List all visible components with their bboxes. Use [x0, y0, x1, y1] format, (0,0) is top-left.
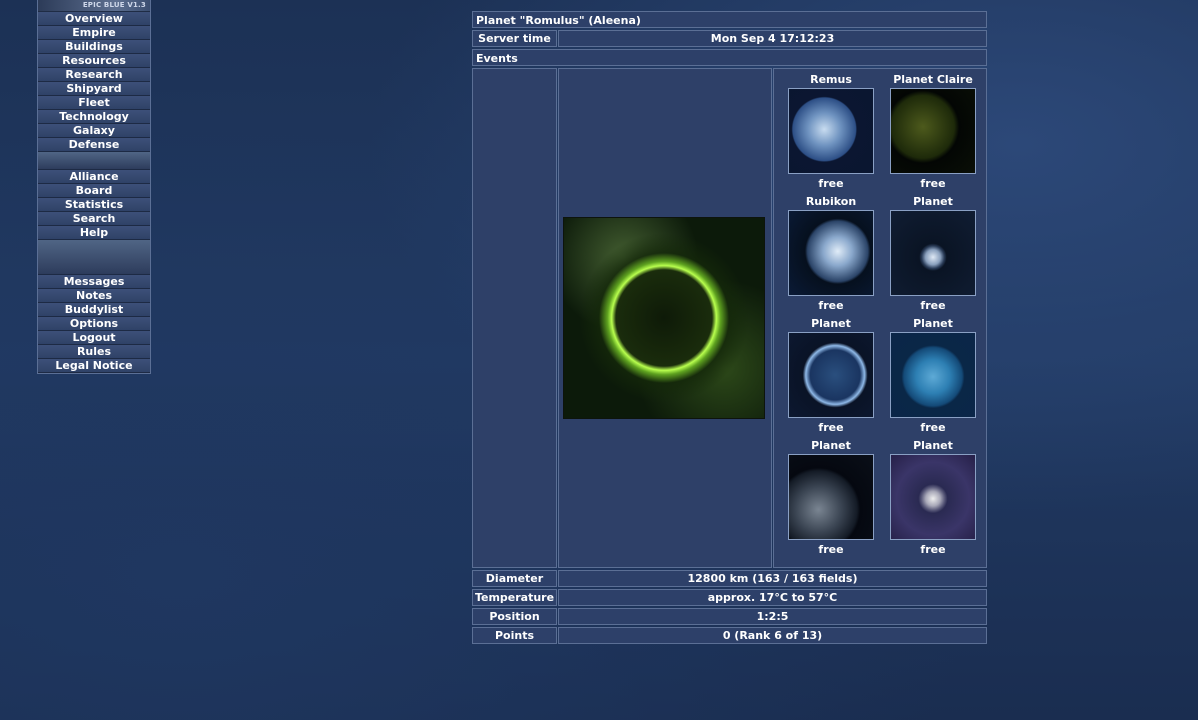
planet-status[interactable]: free	[882, 418, 984, 436]
planet-name[interactable]: Planet	[882, 316, 984, 332]
points-value: 0 (Rank 6 of 13)	[558, 627, 987, 644]
menu-logout[interactable]: Logout	[38, 331, 150, 345]
server-time-label: Server time	[472, 30, 557, 47]
planet-cell: Planet free	[882, 438, 984, 558]
diameter-label: Diameter	[472, 570, 557, 587]
planet-name[interactable]: Planet	[780, 316, 882, 332]
menu-statistics[interactable]: Statistics	[38, 198, 150, 212]
planet-icon[interactable]	[890, 332, 976, 418]
menu-options[interactable]: Options	[38, 317, 150, 331]
planet-cell: Planet Claire free	[882, 72, 984, 192]
planet-status[interactable]: free	[882, 296, 984, 314]
page-title: Planet "Romulus" (Aleena)	[472, 11, 987, 28]
menu-board[interactable]: Board	[38, 184, 150, 198]
menu-research[interactable]: Research	[38, 68, 150, 82]
menu-empire[interactable]: Empire	[38, 26, 150, 40]
planet-cell: Planet free	[882, 194, 984, 314]
position-row: Position 1:2:5	[472, 608, 987, 625]
menu-buildings[interactable]: Buildings	[38, 40, 150, 54]
planet-status[interactable]: free	[780, 174, 882, 192]
left-menu: EPIC BLUE V1.3 Overview Empire Buildings…	[37, 0, 151, 374]
diameter-value: 12800 km (163 / 163 fields)	[558, 570, 987, 587]
planet-name[interactable]: Remus	[780, 72, 882, 88]
planet-status[interactable]: free	[780, 540, 882, 558]
points-row: Points 0 (Rank 6 of 13)	[472, 627, 987, 644]
current-planet-view	[558, 68, 772, 568]
server-time-row: Server time Mon Sep 4 17:12:23	[472, 30, 987, 47]
menu-buddylist[interactable]: Buddylist	[38, 303, 150, 317]
planet-icon[interactable]	[890, 454, 976, 540]
planet-list: Remus free Planet Claire free Rubikon fr…	[773, 68, 987, 568]
menu-defense[interactable]: Defense	[38, 138, 150, 152]
planet-claire-icon[interactable]	[890, 88, 976, 174]
planet-cell: Planet free	[882, 316, 984, 436]
position-value: 1:2:5	[558, 608, 987, 625]
planet-cell: Remus free	[780, 72, 882, 192]
menu-help[interactable]: Help	[38, 226, 150, 240]
planet-rubikon-icon[interactable]	[788, 210, 874, 296]
logo-text: EPIC BLUE V1.3	[82, 1, 146, 9]
planet-icon[interactable]	[788, 454, 874, 540]
planet-status[interactable]: free	[882, 540, 984, 558]
server-time-value: Mon Sep 4 17:12:23	[558, 30, 987, 47]
planet-icon[interactable]	[890, 210, 976, 296]
planet-icon[interactable]	[788, 332, 874, 418]
position-label: Position	[472, 608, 557, 625]
menu-fleet[interactable]: Fleet	[38, 96, 150, 110]
planet-overview-panel: Planet "Romulus" (Aleena) Server time Mo…	[472, 11, 987, 646]
planet-name[interactable]: Planet	[882, 438, 984, 454]
menu-overview[interactable]: Overview	[38, 12, 150, 26]
planet-cell: Planet free	[780, 316, 882, 436]
planet-name[interactable]: Planet	[882, 194, 984, 210]
menu-search[interactable]: Search	[38, 212, 150, 226]
planet-name[interactable]: Planet	[780, 438, 882, 454]
temperature-value: approx. 17°C to 57°C	[558, 589, 987, 606]
planet-status[interactable]: free	[882, 174, 984, 192]
menu-legal-notice[interactable]: Legal Notice	[38, 359, 150, 373]
menu-technology[interactable]: Technology	[38, 110, 150, 124]
planet-name[interactable]: Rubikon	[780, 194, 882, 210]
menu-rules[interactable]: Rules	[38, 345, 150, 359]
diameter-row: Diameter 12800 km (163 / 163 fields)	[472, 570, 987, 587]
menu-separator	[38, 240, 150, 275]
menu-resources[interactable]: Resources	[38, 54, 150, 68]
events-header: Events	[472, 49, 987, 66]
temperature-row: Temperature approx. 17°C to 57°C	[472, 589, 987, 606]
menu-separator	[38, 152, 150, 170]
game-logo: EPIC BLUE V1.3	[38, 0, 150, 12]
planet-cell: Planet free	[780, 438, 882, 558]
planet-name[interactable]: Planet Claire	[882, 72, 984, 88]
current-planet-image	[563, 217, 765, 419]
menu-galaxy[interactable]: Galaxy	[38, 124, 150, 138]
menu-alliance[interactable]: Alliance	[38, 170, 150, 184]
planet-status[interactable]: free	[780, 418, 882, 436]
planet-status[interactable]: free	[780, 296, 882, 314]
planet-cell: Rubikon free	[780, 194, 882, 314]
planet-remus-icon[interactable]	[788, 88, 874, 174]
menu-notes[interactable]: Notes	[38, 289, 150, 303]
planet-grid: Remus free Planet Claire free Rubikon fr…	[780, 72, 984, 558]
menu-messages[interactable]: Messages	[38, 275, 150, 289]
events-left-column	[472, 68, 557, 568]
menu-shipyard[interactable]: Shipyard	[38, 82, 150, 96]
temperature-label: Temperature	[472, 589, 557, 606]
events-body: Remus free Planet Claire free Rubikon fr…	[472, 68, 987, 568]
points-label: Points	[472, 627, 557, 644]
